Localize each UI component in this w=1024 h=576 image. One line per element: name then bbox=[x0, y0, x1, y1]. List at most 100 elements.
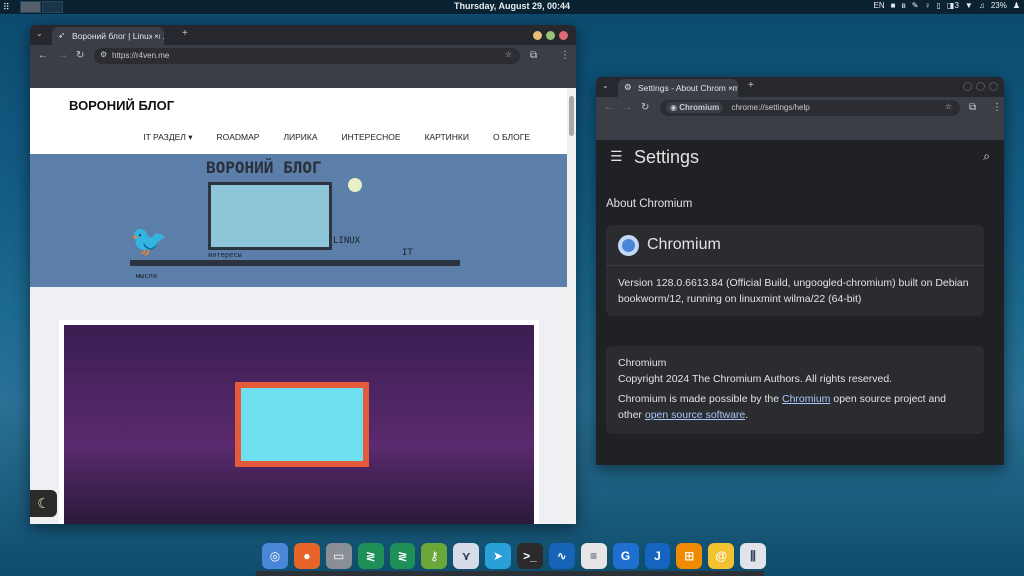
site-chip[interactable]: ◉ Chromium bbox=[666, 102, 724, 113]
about-card: Chromium Version 128.0.6613.84 (Official… bbox=[606, 225, 984, 316]
lang-indicator[interactable]: EN bbox=[874, 1, 885, 10]
blog-browser-window: ⌄ ➶ Вороний блог | Linux и ... × + ← → ↻… bbox=[30, 25, 576, 524]
dock-mixer-icon[interactable]: ⫼ bbox=[740, 543, 766, 569]
chromium-logo-icon bbox=[618, 235, 639, 256]
notification-icon[interactable]: ◨3 bbox=[947, 1, 959, 10]
nav-it[interactable]: IT РАЗДЕЛ ▾ bbox=[143, 132, 192, 143]
nav-roadmap[interactable]: ROADMAP bbox=[216, 132, 259, 143]
clipboard-icon[interactable]: ▯ bbox=[936, 1, 940, 10]
battery-indicator[interactable]: 23% bbox=[991, 1, 1007, 10]
tab-settings[interactable]: ⚙ Settings - About Chromium × bbox=[618, 79, 738, 97]
maximize-button[interactable] bbox=[976, 82, 985, 91]
menu-icon[interactable]: ⋮ bbox=[560, 50, 570, 61]
site-settings-icon[interactable]: ⚙ bbox=[100, 50, 107, 59]
extensions-icon[interactable]: ⧉ bbox=[530, 50, 537, 61]
dock-remmina-2-icon[interactable]: ≷ bbox=[389, 543, 416, 569]
dock-files-icon[interactable]: ▭ bbox=[325, 543, 352, 569]
pen-icon[interactable]: ✎ bbox=[912, 1, 919, 10]
dock-terminal-icon[interactable]: >_ bbox=[517, 543, 543, 569]
top-panel: ⠿ Thursday, August 29, 00:44 EN ■ ʙ ✎ ♀ … bbox=[0, 0, 1024, 14]
raven-icon: 🐦 bbox=[130, 225, 168, 258]
dock-text-editor-icon[interactable]: ≡ bbox=[580, 543, 607, 569]
nav-interesting[interactable]: ИНТЕРЕСНОЕ bbox=[342, 132, 401, 143]
banner-monitor bbox=[208, 182, 332, 250]
nav-pictures[interactable]: КАРТИНКИ bbox=[425, 132, 469, 143]
reload-icon[interactable]: ↻ bbox=[76, 50, 84, 61]
nav-about[interactable]: О БЛОГЕ bbox=[493, 132, 530, 143]
wifi-icon[interactable]: ▼ bbox=[965, 1, 973, 10]
forward-icon[interactable]: → bbox=[622, 102, 632, 113]
post-image bbox=[64, 325, 534, 524]
close-button[interactable] bbox=[559, 31, 568, 40]
license-card: Chromium Copyright 2024 The Chromium Aut… bbox=[606, 346, 984, 434]
license-text: . bbox=[745, 409, 749, 421]
license-text: Chromium is made possible by the bbox=[618, 393, 782, 405]
settings-gear-icon: ⚙ bbox=[624, 82, 632, 92]
back-icon[interactable]: ← bbox=[38, 50, 48, 61]
address-bar[interactable]: ◉ Chromium chrome://settings/help ☆ bbox=[660, 100, 960, 116]
close-tab-icon[interactable]: × bbox=[152, 31, 159, 41]
dock-diagram-icon[interactable]: ⊞ bbox=[676, 543, 703, 569]
raven-favicon-icon: ➶ bbox=[58, 30, 66, 40]
minimize-button[interactable] bbox=[533, 31, 542, 40]
toolbar: ← → ↻ ⚙ https://r4ven.me ☆ ⧉ ⋮ bbox=[30, 45, 576, 67]
window-controls bbox=[533, 31, 568, 40]
dark-mode-toggle[interactable]: ☾ bbox=[30, 490, 57, 517]
info-name: Chromium bbox=[618, 357, 667, 369]
tab-strip: ⌄ ⚙ Settings - About Chromium × + bbox=[596, 77, 1004, 97]
site-title[interactable]: ВОРОНИЙ БЛОГ bbox=[69, 98, 174, 113]
hamburger-menu-icon[interactable]: ☰ bbox=[610, 148, 623, 165]
tab-search-icon[interactable]: ⌄ bbox=[36, 29, 43, 38]
lamp-icon bbox=[348, 178, 362, 192]
key-icon[interactable]: ♀ bbox=[924, 1, 930, 10]
scrollbar[interactable] bbox=[567, 88, 576, 524]
nav-lyrics[interactable]: ЛИРИКА bbox=[283, 132, 317, 143]
tab-strip: ⌄ ➶ Вороний блог | Linux и ... × + bbox=[30, 25, 576, 45]
bluetooth-icon[interactable]: ʙ bbox=[902, 1, 906, 10]
address-bar[interactable]: ⚙ https://r4ven.me ☆ bbox=[94, 48, 520, 64]
dock-keepass-icon[interactable]: ⚷ bbox=[421, 543, 448, 569]
search-icon[interactable]: ⌕ bbox=[983, 149, 990, 164]
site-nav: IT РАЗДЕЛ ▾ ROADMAP ЛИРИКА ИНТЕРЕСНОЕ КА… bbox=[119, 132, 530, 143]
chromium-link[interactable]: Chromium bbox=[782, 393, 830, 405]
dock-mail-icon[interactable]: @ bbox=[708, 543, 735, 569]
close-tab-icon[interactable]: × bbox=[726, 83, 733, 93]
close-button[interactable] bbox=[989, 82, 998, 91]
user-icon[interactable]: ♟ bbox=[1013, 1, 1020, 10]
back-icon[interactable]: ← bbox=[604, 102, 614, 113]
settings-browser-window: ⌄ ⚙ Settings - About Chromium × + ← → ↻ … bbox=[596, 77, 1004, 465]
banner-label: мысли bbox=[136, 272, 158, 280]
maximize-button[interactable] bbox=[546, 31, 555, 40]
new-tab-icon[interactable]: + bbox=[182, 28, 188, 39]
bookmark-star-icon[interactable]: ☆ bbox=[505, 50, 512, 59]
minimize-button[interactable] bbox=[963, 82, 972, 91]
clock[interactable]: Thursday, August 29, 00:44 bbox=[0, 1, 1024, 11]
dock-gparted-icon[interactable]: G bbox=[612, 543, 639, 569]
dock-joplin-icon[interactable]: J bbox=[644, 543, 671, 569]
dock-firefox-icon[interactable]: ● bbox=[293, 543, 320, 569]
dock-remmina-icon[interactable]: ≷ bbox=[357, 543, 384, 569]
dock-telegram-icon[interactable]: ➤ bbox=[485, 543, 511, 569]
window-icon[interactable]: ■ bbox=[891, 1, 896, 10]
extensions-icon[interactable]: ⧉ bbox=[969, 102, 976, 113]
oss-link[interactable]: open source software bbox=[645, 409, 745, 421]
dock-vscodium-icon[interactable]: ⋎ bbox=[453, 543, 480, 569]
url-text: chrome://settings/help bbox=[731, 103, 810, 112]
window-controls bbox=[963, 82, 998, 91]
reload-icon[interactable]: ↻ bbox=[641, 102, 649, 113]
menu-icon[interactable]: ⋮ bbox=[992, 102, 1002, 113]
dock-system-monitor-icon[interactable]: ∿ bbox=[548, 543, 575, 569]
version-text: Version 128.0.6613.84 (Official Build, u… bbox=[618, 277, 969, 305]
bookmark-star-icon[interactable]: ☆ bbox=[945, 102, 952, 111]
tab-blog[interactable]: ➶ Вороний блог | Linux и ... × bbox=[52, 27, 164, 45]
new-tab-icon[interactable]: + bbox=[748, 80, 754, 91]
url-text: https://r4ven.me bbox=[112, 51, 170, 60]
music-icon[interactable]: ♫ bbox=[979, 1, 985, 10]
forward-icon[interactable]: → bbox=[58, 50, 68, 61]
tab-title: Вороний блог | Linux и ... bbox=[72, 31, 164, 41]
tab-search-icon[interactable]: ⌄ bbox=[602, 81, 609, 90]
tab-title: Settings - About Chromium bbox=[638, 83, 738, 93]
dock-chromium-icon[interactable]: ◎ bbox=[262, 543, 288, 569]
toolbar: ← → ↻ ◉ Chromium chrome://settings/help … bbox=[596, 97, 1004, 119]
post-card[interactable] bbox=[59, 320, 539, 524]
